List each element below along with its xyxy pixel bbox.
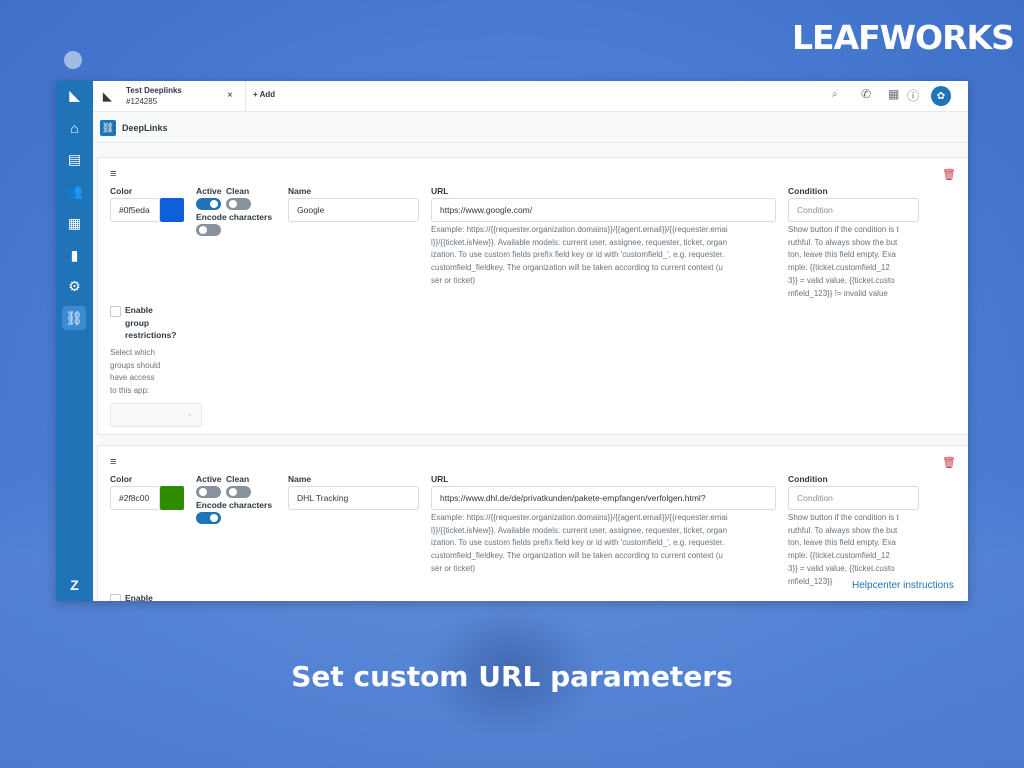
encode-label: Encode characters [196, 212, 273, 222]
url-label: URL [431, 186, 449, 196]
zendesk-logo-icon[interactable]: ◣ [56, 84, 93, 108]
encode-toggle[interactable] [196, 224, 221, 236]
reporting-icon[interactable]: ▮ [56, 243, 93, 267]
encode-toggle[interactable] [196, 512, 221, 524]
caption: Set custom URL parameters [291, 660, 733, 693]
home-icon[interactable]: ⌂ [56, 116, 93, 140]
apps-grid-icon[interactable]: ▦ [888, 87, 899, 101]
ticket-tab-icon: ◣ [103, 91, 112, 103]
drag-handle-icon[interactable]: ≡ [110, 456, 116, 468]
avatar[interactable]: ✿ [931, 86, 951, 106]
groups-select[interactable]: ⌄ [110, 403, 202, 427]
brand-logo: LEAFWORKS [792, 18, 1015, 57]
condition-label: Condition [788, 474, 828, 484]
app-header: ⛓ DeepLinks [93, 112, 968, 143]
phone-icon[interactable]: ✆ [861, 87, 871, 101]
active-toggle[interactable] [196, 198, 221, 210]
trash-icon[interactable]: 🗑 [942, 168, 956, 181]
name-input[interactable]: Google [288, 198, 419, 222]
deeplinks-app-icon: ⛓ [100, 120, 116, 136]
color-swatch[interactable] [160, 486, 184, 510]
color-swatch[interactable] [160, 198, 184, 222]
groups-help-text: Select which groups should have access to t… [110, 348, 161, 396]
url-input[interactable]: https://www.google.com/ [431, 198, 776, 222]
color-label: Color [110, 474, 133, 484]
clean-label: Clean [226, 474, 250, 484]
condition-help-text: Show button if the condition is t ruthful… [788, 225, 899, 298]
name-label: Name [288, 186, 312, 196]
clean-toggle[interactable] [226, 486, 251, 498]
help-icon[interactable]: ⓘ [907, 87, 919, 104]
top-bar: ◣ Test Deeplinks #124285 × + Add ⌕ ✆ ▦ ⓘ… [93, 81, 968, 112]
condition-input[interactable]: Condition [788, 198, 919, 222]
zendesk-footer-icon[interactable]: Z [56, 573, 93, 597]
search-icon[interactable]: ⌕ [832, 89, 838, 100]
add-tab-button[interactable]: + Add [253, 90, 275, 99]
color-input[interactable]: #2f8c00 [110, 486, 160, 510]
clean-toggle[interactable] [226, 198, 251, 210]
url-help-text: Example: https://{{requester.organizatio… [431, 225, 728, 285]
active-toggle[interactable] [196, 486, 221, 498]
name-input[interactable]: DHL Tracking [288, 486, 419, 510]
url-label: URL [431, 474, 449, 484]
clean-label: Clean [226, 186, 250, 196]
organizations-icon[interactable]: ▦ [56, 211, 93, 235]
active-label: Active [196, 474, 222, 484]
url-help-text: Example: https://{{requester.organizatio… [431, 513, 728, 573]
app-window: ◣ ⌂ ▤ 👥 ▦ ▮ ⚙ ⛓ Z ◣ Test Deeplinks #1242… [56, 81, 968, 601]
app-content: ≡ 🗑 Color #0f5eda Active Clean Encode ch… [93, 143, 968, 601]
url-input[interactable]: https://www.dhl.de/de/privatkunden/paket… [431, 486, 776, 510]
encode-label: Encode characters [196, 500, 273, 510]
drag-handle-icon[interactable]: ≡ [110, 168, 116, 180]
active-label: Active [196, 186, 222, 196]
nav-rail: ◣ ⌂ ▤ 👥 ▦ ▮ ⚙ ⛓ Z [56, 81, 93, 601]
color-label: Color [110, 186, 133, 196]
link-card-2: ≡ 🗑 Color #2f8c00 Active Clean Encode ch… [97, 445, 968, 601]
app-title: DeepLinks [122, 123, 168, 133]
color-input[interactable]: #0f5eda [110, 198, 160, 222]
tickets-icon[interactable]: ▤ [56, 147, 93, 171]
group-restrictions-label: Enable group restrictions? [125, 305, 177, 341]
group-restrictions-checkbox[interactable] [110, 306, 121, 317]
ticket-tab-subtitle: #124285 [126, 97, 158, 106]
name-label: Name [288, 474, 312, 484]
trash-icon[interactable]: 🗑 [942, 456, 956, 469]
ticket-tab[interactable]: ◣ Test Deeplinks #124285 × [93, 81, 246, 111]
ticket-tab-title: Test Deeplinks [126, 86, 182, 95]
settings-icon[interactable]: ⚙ [56, 274, 93, 298]
group-restrictions-checkbox[interactable] [110, 594, 121, 601]
condition-input[interactable]: Condition [788, 486, 919, 510]
moon-icon [64, 51, 82, 69]
group-restrictions-label: Enable [125, 593, 153, 601]
condition-label: Condition [788, 186, 828, 196]
chevron-down-icon: ⌄ [186, 409, 193, 418]
condition-help-text: Show button if the condition is t ruthful… [788, 513, 899, 586]
helpcenter-instructions-link[interactable]: Helpcenter instructions [852, 580, 954, 591]
link-card-1: ≡ 🗑 Color #0f5eda Active Clean Encode ch… [97, 157, 968, 435]
users-icon[interactable]: 👥 [56, 179, 93, 203]
link-icon[interactable]: ⛓ [62, 306, 86, 330]
close-icon[interactable]: × [227, 90, 233, 101]
